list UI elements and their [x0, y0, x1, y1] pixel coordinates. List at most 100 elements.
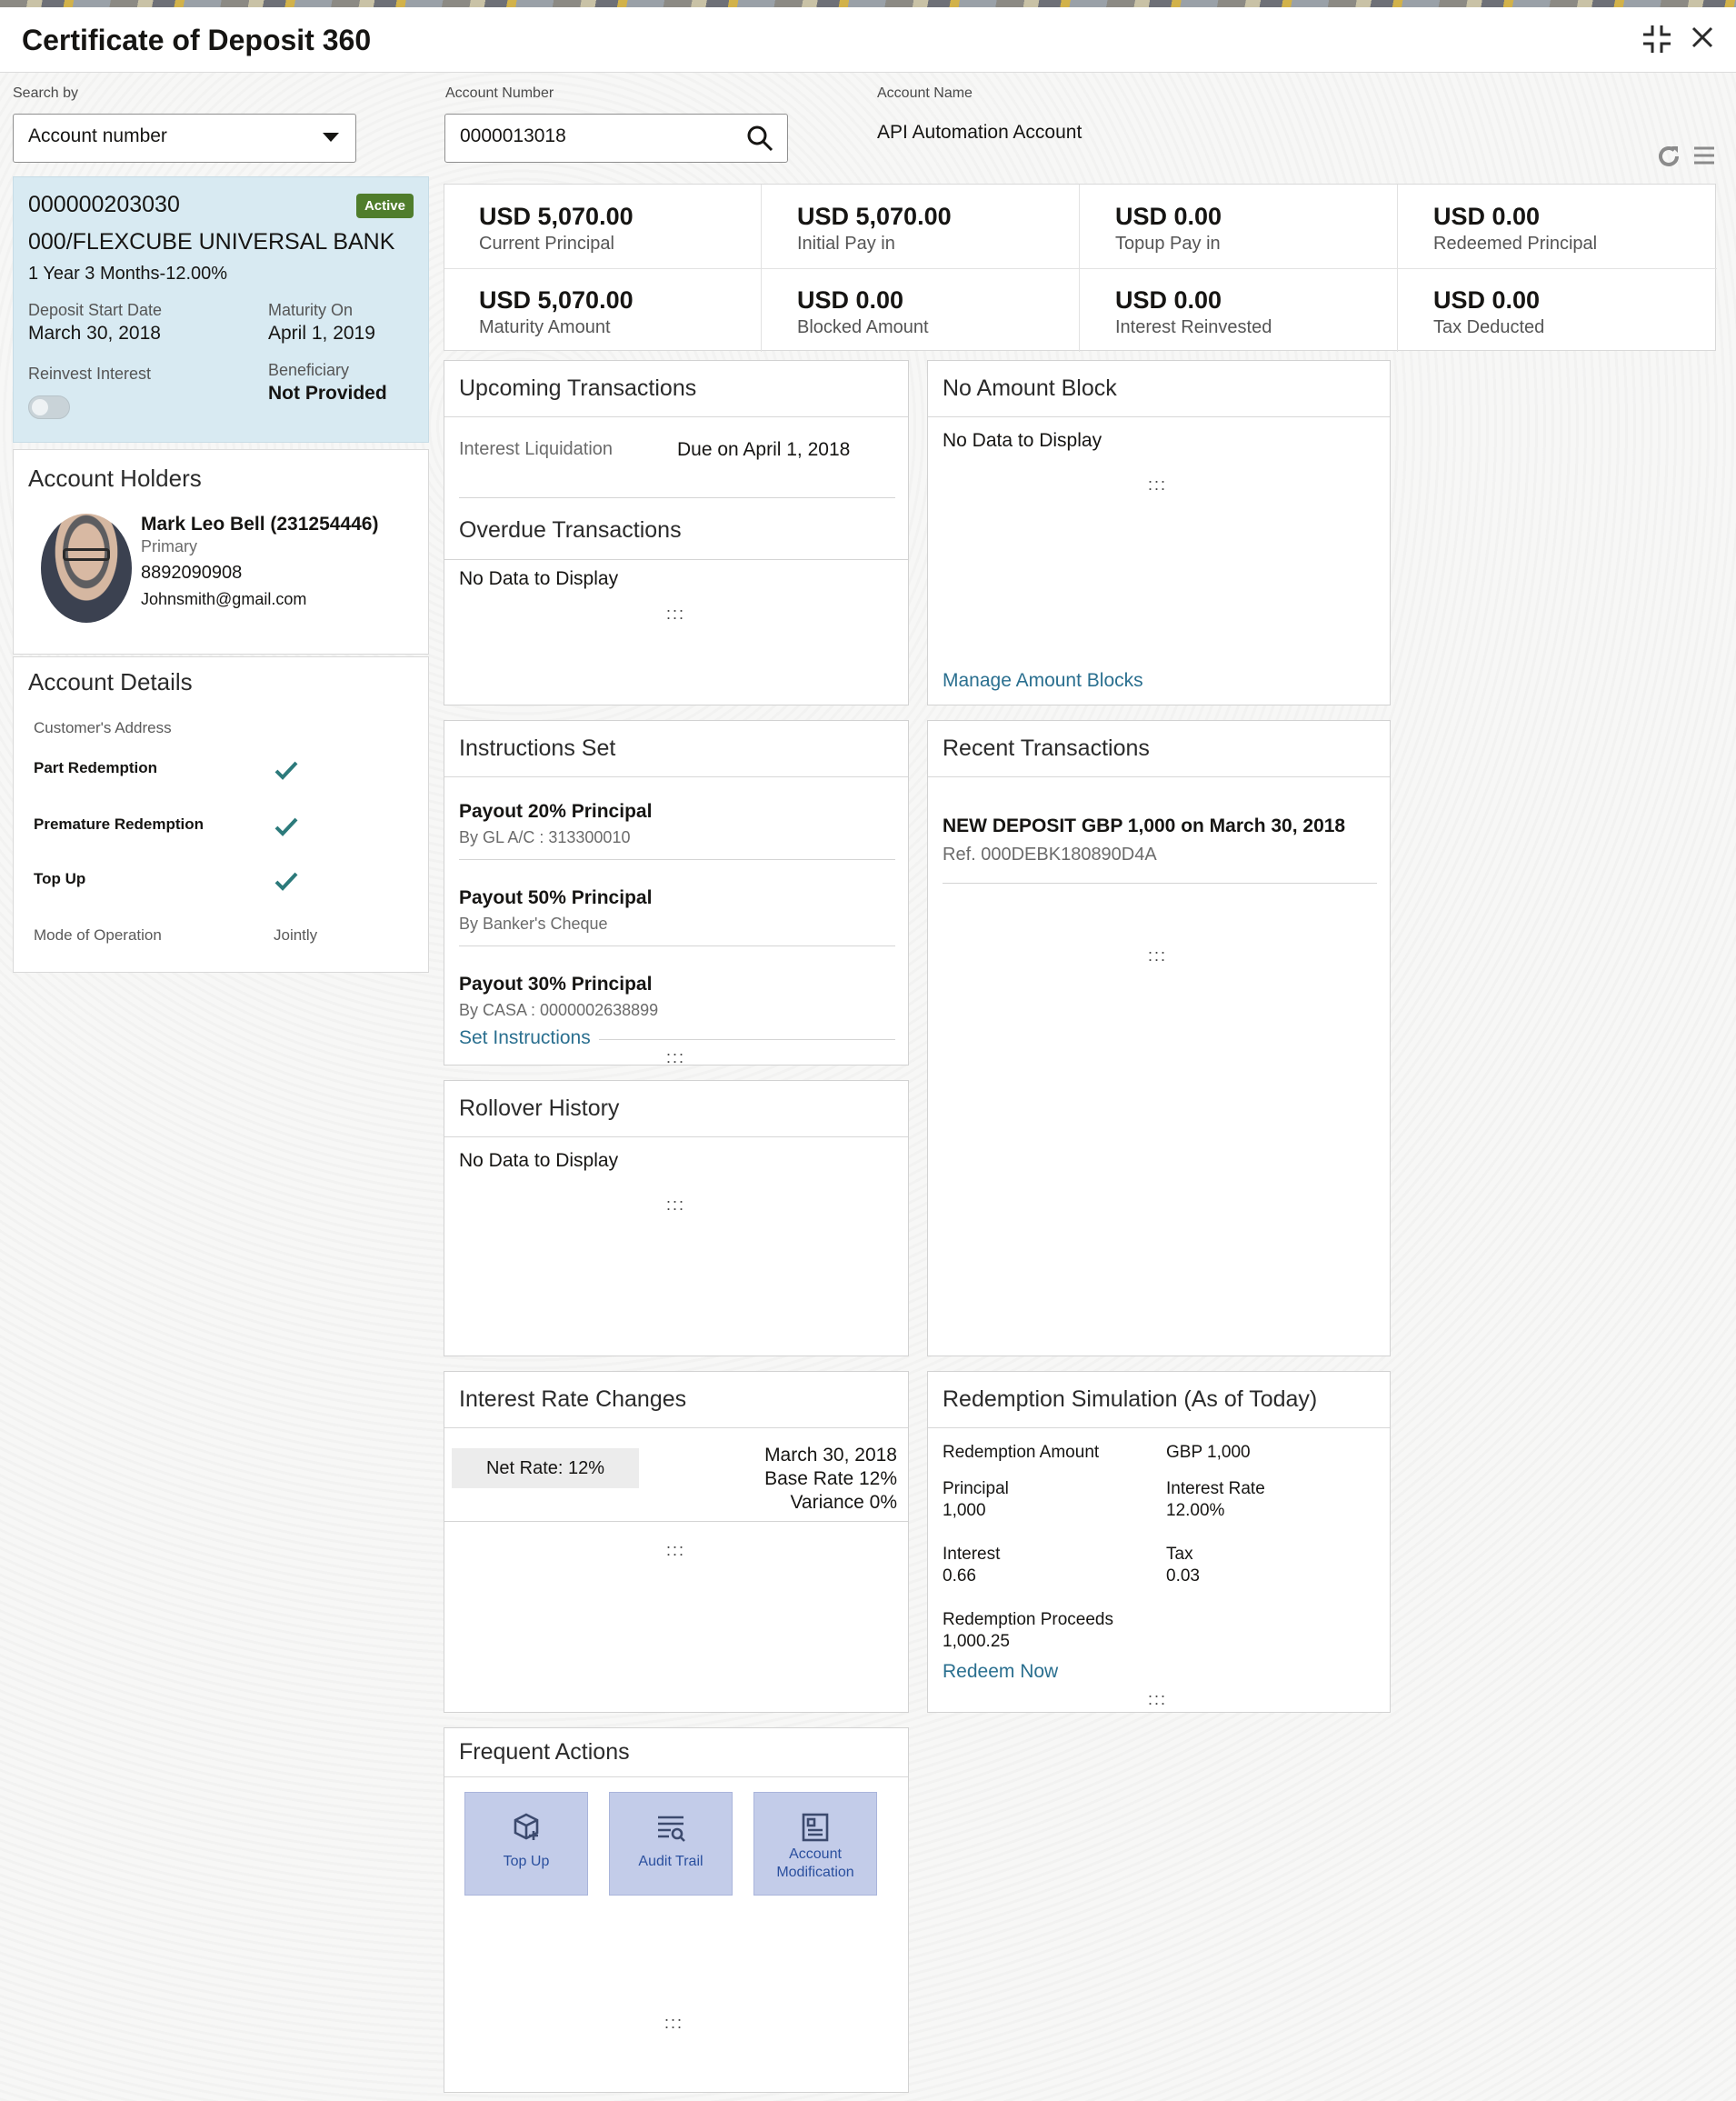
- kpi-tax-deducted: USD 0.00 Tax Deducted: [1399, 268, 1715, 352]
- kpi-grid: USD 5,070.00 Current Principal USD 5,070…: [444, 184, 1717, 352]
- refresh-icon[interactable]: [1656, 144, 1681, 175]
- premature-redemption-label: Premature Redemption: [34, 815, 205, 833]
- redemption-amount-value: GBP 1,000: [1166, 1443, 1251, 1462]
- rollover-history-panel: Rollover History No Data to Display :::: [444, 1080, 909, 1356]
- divider: [444, 1521, 908, 1522]
- reinvest-toggle[interactable]: [28, 395, 70, 419]
- redemption-simulation-panel: Redemption Simulation (As of Today) Rede…: [927, 1371, 1391, 1713]
- kpi-value: USD 0.00: [1433, 286, 1541, 314]
- interest-rate-label: Interest Rate: [1166, 1479, 1265, 1498]
- audit-trail-button[interactable]: Audit Trail: [609, 1792, 733, 1896]
- set-instructions-link[interactable]: Set Instructions: [459, 1027, 591, 1049]
- menu-icon[interactable]: [1692, 144, 1716, 174]
- rate-change-date: March 30, 2018: [764, 1445, 897, 1466]
- kpi-initial-pay-in: USD 5,070.00 Initial Pay in: [763, 185, 1079, 268]
- kpi-label: Topup Pay in: [1115, 234, 1221, 254]
- drag-handle[interactable]: :::: [664, 2014, 683, 2033]
- panel-header: No Amount Block: [928, 361, 1390, 417]
- collapse-icon[interactable]: [1641, 24, 1672, 60]
- divider: [599, 1039, 895, 1040]
- overdue-title: Overdue Transactions: [459, 517, 682, 543]
- action-label: Audit Trail: [638, 1854, 703, 1869]
- top-up-icon: [514, 1813, 539, 1840]
- panel-header: Interest Rate Changes: [444, 1372, 908, 1428]
- check-icon: [274, 761, 298, 780]
- panel-title: Upcoming Transactions: [459, 375, 697, 401]
- divider: [444, 559, 908, 560]
- redeem-now-link[interactable]: Redeem Now: [943, 1661, 1058, 1683]
- kpi-label: Interest Reinvested: [1115, 317, 1272, 337]
- top-up-button[interactable]: Top Up: [464, 1792, 588, 1896]
- instructions-panel: Instructions Set Payout 20% Principal By…: [444, 720, 909, 1066]
- account-modification-button[interactable]: Account Modification: [753, 1792, 877, 1896]
- instruction-sub: By Banker's Cheque: [459, 915, 608, 933]
- account-modification-icon: [802, 1813, 829, 1842]
- beneficiary-value: Not Provided: [268, 383, 387, 404]
- divider: [459, 859, 895, 860]
- panel-header: Rollover History: [444, 1081, 908, 1137]
- maturity-value: April 1, 2019: [268, 323, 375, 344]
- top-up-label: Top Up: [34, 870, 86, 887]
- drag-handle[interactable]: :::: [666, 1541, 685, 1560]
- audit-trail-icon: [658, 1816, 685, 1842]
- status-badge: Active: [355, 194, 414, 218]
- panel-title: Redemption Simulation (As of Today): [943, 1386, 1318, 1412]
- manage-amount-blocks-link[interactable]: Manage Amount Blocks: [943, 670, 1143, 692]
- check-icon: [274, 872, 298, 891]
- account-summary-card: 000000203030 Active 000/FLEXCUBE UNIVERS…: [13, 176, 429, 443]
- panel-header: Recent Transactions: [928, 721, 1390, 777]
- panel-title: No Amount Block: [943, 375, 1117, 401]
- drag-handle[interactable]: :::: [1148, 1690, 1167, 1709]
- kpi-value: USD 0.00: [1115, 286, 1222, 314]
- kpi-interest-reinvested: USD 0.00 Interest Reinvested: [1081, 268, 1397, 352]
- recent-transaction-title: NEW DEPOSIT GBP 1,000 on March 30, 2018: [943, 815, 1346, 836]
- panel-header: Frequent Actions: [444, 1728, 908, 1777]
- close-icon[interactable]: [1689, 24, 1716, 56]
- kpi-divider: [761, 185, 762, 352]
- drag-handle[interactable]: :::: [1148, 475, 1167, 495]
- holder-role: Primary: [141, 537, 197, 555]
- account-name-value: API Automation Account: [877, 122, 1083, 143]
- action-label: Top Up: [503, 1854, 550, 1869]
- interest-liquidation-label: Interest Liquidation: [459, 439, 614, 459]
- action-label: Account Modification: [776, 1846, 854, 1880]
- start-date-value: March 30, 2018: [28, 323, 161, 344]
- kpi-value: USD 0.00: [1115, 203, 1222, 230]
- account-details-title: Account Details: [28, 668, 193, 695]
- panel-title: Instructions Set: [459, 735, 616, 761]
- panel-title: Rollover History: [459, 1096, 620, 1121]
- interest-value: 0.66: [943, 1566, 976, 1586]
- account-id: 000000203030: [28, 192, 180, 217]
- kpi-blocked-amount: USD 0.00 Blocked Amount: [763, 268, 1079, 352]
- panel-header: Redemption Simulation (As of Today): [928, 1372, 1390, 1428]
- account-name-label: Account Name: [877, 85, 973, 101]
- panel-title: Frequent Actions: [459, 1739, 630, 1765]
- overdue-empty: No Data to Display: [459, 568, 619, 589]
- drag-handle[interactable]: :::: [666, 1196, 685, 1215]
- reinvest-label: Reinvest Interest: [28, 365, 152, 383]
- instruction-title: Payout 30% Principal: [459, 974, 653, 995]
- interest-rate-value: 12.00%: [1166, 1501, 1225, 1520]
- beneficiary-label: Beneficiary: [268, 361, 350, 379]
- bank-name: 000/FLEXCUBE UNIVERSAL BANK: [28, 229, 395, 255]
- panel-header: Instructions Set: [444, 721, 908, 777]
- avatar: [41, 514, 132, 623]
- account-number-input[interactable]: 0000013018: [444, 114, 788, 163]
- drag-handle[interactable]: :::: [1148, 946, 1167, 965]
- customer-address-label: Customer's Address: [34, 719, 172, 736]
- instruction-sub: By GL A/C : 313300010: [459, 828, 631, 846]
- search-icon[interactable]: [745, 124, 774, 153]
- drag-handle[interactable]: :::: [666, 605, 685, 624]
- instruction-title: Payout 20% Principal: [459, 801, 653, 822]
- net-rate-chip: Net Rate: 12%: [452, 1448, 639, 1488]
- drag-handle[interactable]: :::: [666, 1048, 685, 1067]
- interest-rate-panel: Interest Rate Changes Net Rate: 12% Marc…: [444, 1371, 909, 1713]
- rollover-empty: No Data to Display: [459, 1150, 619, 1171]
- kpi-label: Maturity Amount: [479, 317, 611, 337]
- search-by-value: Account number: [28, 125, 167, 146]
- account-details-card: Account Details Customer's Address Part …: [13, 656, 429, 973]
- search-by-select[interactable]: Account number: [13, 114, 356, 163]
- top-decorative-strip: [0, 0, 1736, 7]
- upcoming-transactions-panel: Upcoming Transactions Interest Liquidati…: [444, 360, 909, 705]
- base-rate: Base Rate 12%: [764, 1468, 897, 1489]
